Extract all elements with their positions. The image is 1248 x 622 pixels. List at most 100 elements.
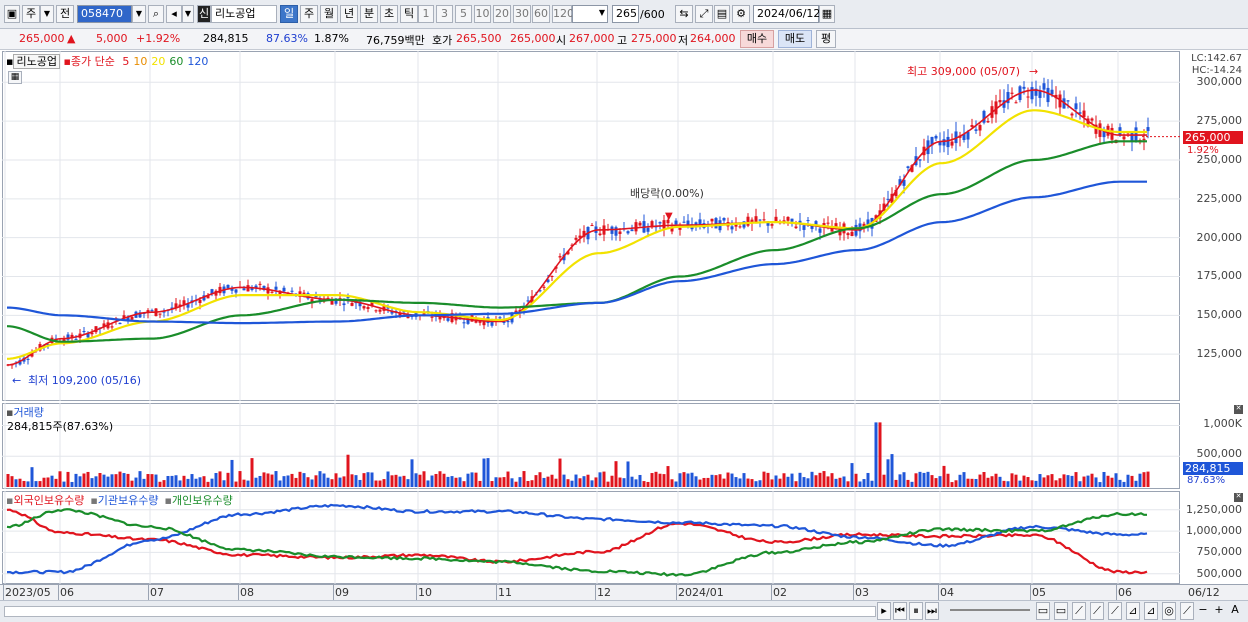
ask: 265,500 <box>456 32 502 45</box>
magnet-icon[interactable]: ◎ <box>1162 602 1176 620</box>
period-button[interactable]: 틱 <box>400 5 418 23</box>
zoom-in-icon[interactable]: ⇆ <box>675 5 693 23</box>
period-button[interactable]: 분 <box>360 5 378 23</box>
period-button[interactable]: 년 <box>340 5 358 23</box>
line-tool-icon[interactable]: ⟋ <box>1090 602 1104 620</box>
search-icon[interactable]: ⌕ <box>148 5 164 23</box>
volume-bar <box>346 454 350 487</box>
font-size-icon[interactable]: A <box>1228 602 1242 620</box>
count-input[interactable]: 265 <box>612 5 639 23</box>
volume-bar <box>366 472 370 487</box>
type-dropdown-icon[interactable]: ▼ <box>40 5 54 23</box>
volume-bar <box>858 481 862 487</box>
tick-button[interactable]: 60 <box>532 5 550 23</box>
table-icon[interactable]: ▦ <box>8 71 22 84</box>
volume-bar <box>226 472 230 487</box>
legend-name: 리노공업 <box>13 54 60 69</box>
speaker-dropdown-icon[interactable]: ▼ <box>182 5 194 23</box>
prev-button[interactable]: 전 <box>56 5 74 23</box>
x-axis-label: 08 <box>240 586 254 599</box>
gear-icon[interactable]: ⚙ <box>732 5 750 23</box>
candle-body <box>1074 103 1078 110</box>
draw-icon[interactable]: ⤢ <box>695 5 713 23</box>
volume-bar <box>622 478 626 487</box>
zoom-slider[interactable] <box>950 609 1030 611</box>
volume-bar <box>454 477 458 487</box>
volume-bar <box>846 481 850 487</box>
candle-body <box>626 231 630 234</box>
calendar-icon[interactable]: ▦ <box>819 5 835 23</box>
candle-body <box>826 222 830 224</box>
date-input[interactable]: 2024/06/12 <box>753 5 820 23</box>
volume-bar <box>338 477 342 487</box>
volume-bar <box>206 481 210 487</box>
scrollbar[interactable] <box>4 606 876 617</box>
chart-tool-icon[interactable]: ▭ <box>1054 602 1068 620</box>
blank-dropdown-icon[interactable]: ▼ <box>596 5 608 23</box>
x-axis-end-label: 06/12 <box>1188 586 1220 599</box>
code-input[interactable]: 058470 <box>77 5 132 23</box>
volume-bar <box>154 474 158 487</box>
line-tool-icon[interactable]: ⟋ <box>1072 602 1086 620</box>
line-tool-icon[interactable]: ⟋ <box>1108 602 1122 620</box>
code-dropdown-icon[interactable]: ▼ <box>132 5 146 23</box>
count-max: /600 <box>640 8 665 21</box>
candle-body <box>1038 90 1042 98</box>
volume-bar <box>1130 475 1134 487</box>
tick-button[interactable]: 30 <box>513 5 531 23</box>
zoom-out-icon[interactable]: − <box>1196 602 1210 620</box>
period-button[interactable]: 일 <box>280 5 298 23</box>
volume-bar <box>626 461 630 487</box>
window-icon[interactable]: ▣ <box>4 5 20 23</box>
tick-button[interactable]: 10 <box>474 5 491 23</box>
candle-body <box>118 322 122 325</box>
price-chart[interactable]: 최고 309,000 (05/07) → 최저 109,200 (05/16) ← 배당… <box>2 51 1180 401</box>
tick-button[interactable]: 20 <box>493 5 511 23</box>
tick-button[interactable]: 5 <box>455 5 472 23</box>
tick-button[interactable]: 3 <box>436 5 453 23</box>
save-icon[interactable]: ▤ <box>714 5 730 23</box>
type-select[interactable]: 주 <box>22 5 40 23</box>
volume-bar <box>890 454 894 487</box>
period-button[interactable]: 주 <box>300 5 318 23</box>
volume-bar <box>450 476 454 487</box>
close-icon[interactable]: ✕ <box>1234 493 1243 502</box>
chart-tool-icon[interactable]: ▭ <box>1036 602 1050 620</box>
volume-bar <box>530 480 534 487</box>
pause-icon[interactable]: ⏸ <box>909 602 923 620</box>
volume-chart[interactable] <box>2 403 1180 489</box>
tick-button[interactable]: 1 <box>418 5 434 23</box>
sell-button[interactable]: 매도 <box>778 30 812 48</box>
investor-axis-label: 1,250,000 <box>1186 502 1242 516</box>
volume-bar <box>878 422 882 487</box>
close-icon[interactable]: ✕ <box>1234 405 1243 414</box>
period-button[interactable]: 월 <box>320 5 338 23</box>
fib-tool-icon[interactable]: ⊿ <box>1144 602 1158 620</box>
avg-button[interactable]: 평 <box>816 30 836 48</box>
legend-ma-120: 120 <box>187 55 209 68</box>
volume-bar <box>1142 472 1146 487</box>
line-tool-icon[interactable]: ⟋ <box>1180 602 1194 620</box>
period-button[interactable]: 초 <box>380 5 398 23</box>
volume-bar <box>826 476 830 487</box>
volume-bar <box>1030 480 1034 487</box>
fib-tool-icon[interactable]: ⊿ <box>1126 602 1140 620</box>
zoom-in-icon[interactable]: + <box>1212 602 1226 620</box>
volume-bar <box>302 473 306 487</box>
scroll-right-icon[interactable]: ▸ <box>877 602 891 620</box>
volume-bar <box>470 472 474 487</box>
tick-button[interactable]: 120 <box>552 5 574 23</box>
rewind-icon[interactable]: ⏮ <box>893 602 907 620</box>
candle-body <box>366 307 370 309</box>
buy-button[interactable]: 매수 <box>740 30 774 48</box>
volume-bar <box>882 474 886 487</box>
candle-body <box>986 121 990 123</box>
forward-icon[interactable]: ⏭ <box>925 602 939 620</box>
volume-bar <box>394 474 398 487</box>
volume-bar <box>310 479 314 487</box>
speaker-icon[interactable]: ◂ <box>166 5 182 23</box>
volume-bar <box>922 472 926 487</box>
volume-bar <box>18 478 22 487</box>
volume-bar <box>1066 475 1070 487</box>
price-tag: 265,000 <box>1183 131 1243 144</box>
